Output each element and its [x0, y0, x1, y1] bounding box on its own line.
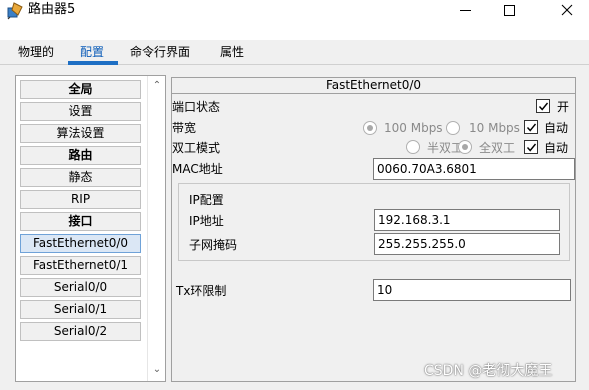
- bandwidth-100-label: 100 Mbps: [384, 121, 443, 135]
- sidebar-item-interface[interactable]: 接口: [20, 212, 141, 231]
- duplex-full-label: 全双工: [479, 141, 516, 155]
- tab-config[interactable]: 配置: [80, 44, 104, 60]
- maximize-icon: [503, 4, 515, 16]
- bandwidth-label: 带宽: [172, 121, 197, 135]
- close-button[interactable]: [546, 0, 588, 20]
- bandwidth-auto-checkbox[interactable]: [524, 120, 538, 134]
- sidebar-scrollbar[interactable]: ⌃ ⌄: [147, 76, 165, 381]
- maximize-button[interactable]: [488, 0, 530, 20]
- minimize-button[interactable]: [444, 0, 486, 20]
- mac-address-field[interactable]: 0060.70A3.6801: [373, 158, 575, 180]
- checkmark-icon: [526, 143, 537, 152]
- port-status-checkbox[interactable]: [536, 99, 550, 113]
- panel-title: FastEthernet0/0: [172, 78, 575, 94]
- bandwidth-10-label: 10 Mbps: [469, 121, 520, 135]
- interface-panel: FastEthernet0/0 端口状态 开 带宽 100 Mbps 10 Mb…: [171, 77, 576, 382]
- ip-config-group: IP配置 IP地址 192.168.3.1 子网掩码 255.255.255.0: [178, 183, 570, 261]
- bandwidth-auto-label: 自动: [544, 121, 569, 135]
- sidebar-item-serial0-2[interactable]: Serial0/2: [20, 322, 141, 341]
- mac-label: MAC地址: [172, 162, 223, 176]
- sidebar-item-static[interactable]: 静态: [20, 168, 141, 187]
- checkmark-icon: [538, 102, 549, 111]
- duplex-auto-label: 自动: [544, 141, 569, 155]
- bandwidth-10-radio[interactable]: [446, 121, 460, 135]
- chevron-up-icon[interactable]: ⌃: [151, 80, 163, 92]
- duplex-label: 双工模式: [172, 141, 221, 155]
- tx-ring-limit-field[interactable]: 10: [373, 279, 571, 301]
- radio-dot: [462, 144, 468, 150]
- title-bar: 路由器5: [0, 0, 589, 22]
- router-icon: [6, 2, 24, 20]
- sidebar-item-fastethernet0-0[interactable]: FastEthernet0/0: [20, 234, 141, 253]
- sidebar-item-fastethernet0-1[interactable]: FastEthernet0/1: [20, 256, 141, 275]
- tx-ring-limit-label: Tx环限制: [176, 284, 227, 298]
- tab-attributes[interactable]: 属性: [220, 44, 244, 60]
- window-title: 路由器5: [28, 2, 76, 17]
- minimize-icon: [459, 9, 471, 11]
- ip-config-title: IP配置: [189, 193, 224, 207]
- sidebar-item-rip[interactable]: RIP: [20, 190, 141, 209]
- tab-physical[interactable]: 物理的: [18, 44, 54, 60]
- duplex-half-radio[interactable]: [406, 140, 420, 154]
- bandwidth-100-radio[interactable]: [363, 121, 377, 135]
- chevron-down-icon[interactable]: ⌄: [151, 364, 163, 376]
- subnet-mask-field[interactable]: 255.255.255.0: [374, 233, 560, 255]
- watermark: CSDN @老彻大魔王: [424, 363, 553, 379]
- duplex-auto-checkbox[interactable]: [524, 140, 538, 154]
- sidebar-item-global[interactable]: 全局: [20, 80, 141, 99]
- radio-dot: [367, 125, 373, 131]
- close-icon: [561, 4, 573, 16]
- port-status-label: 端口状态: [172, 100, 221, 114]
- sidebar-item-serial0-0[interactable]: Serial0/0: [20, 278, 141, 297]
- tab-cli[interactable]: 命令行界面: [130, 44, 190, 60]
- checkmark-icon: [526, 123, 537, 132]
- sidebar-item-settings[interactable]: 设置: [20, 102, 141, 121]
- sidebar-item-routing[interactable]: 路由: [20, 146, 141, 165]
- tab-bar: 物理的 配置 命令行界面 属性: [0, 40, 589, 65]
- subnet-mask-label: 子网掩码: [189, 238, 238, 252]
- sidebar-item-serial0-1[interactable]: Serial0/1: [20, 300, 141, 319]
- sidebar: 全局 设置 算法设置 路由 静态 RIP 接口 FastEthernet0/0 …: [15, 75, 166, 382]
- ip-address-field[interactable]: 192.168.3.1: [374, 209, 560, 231]
- duplex-full-radio[interactable]: [458, 140, 472, 154]
- port-status-on-label: 开: [557, 100, 570, 114]
- ip-address-label: IP地址: [189, 214, 224, 228]
- sidebar-item-algorithm[interactable]: 算法设置: [20, 124, 141, 143]
